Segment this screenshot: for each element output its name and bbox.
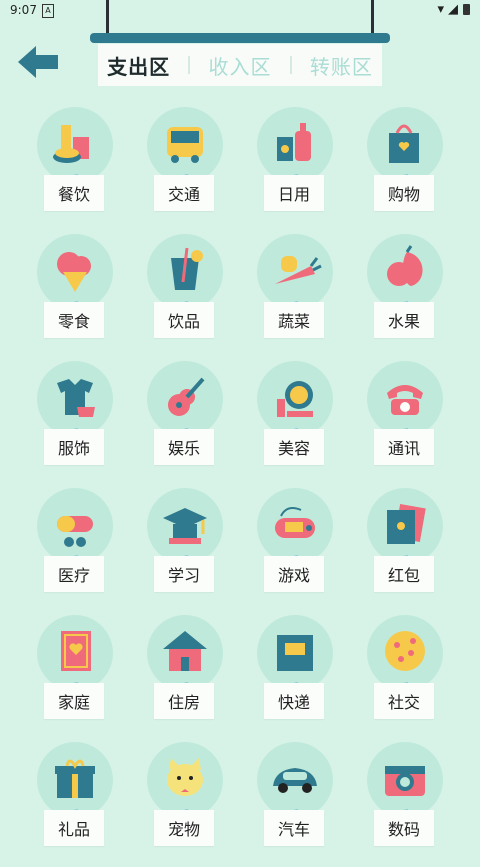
category-label: 餐饮 [44,175,104,211]
camera-icon [385,766,425,796]
category-clothes[interactable]: 服饰 [20,359,130,486]
category-house[interactable]: 住房 [130,613,240,740]
category-label: 交通 [154,175,214,211]
category-food[interactable]: 餐饮 [20,105,130,232]
category-label: 美容 [264,429,324,465]
category-label: 数码 [374,810,434,846]
pill-icon [57,516,93,547]
hanging-rope-right [371,0,374,34]
hanging-rope-left [106,0,109,34]
category-label: 汽车 [264,810,324,846]
vegetable-icon [275,256,322,284]
category-cat[interactable]: 宠物 [130,740,240,867]
bus-icon [167,127,203,163]
category-label: 服饰 [44,429,104,465]
category-label: 购物 [374,175,434,211]
wifi-icon: ▾ [437,2,444,17]
daily-icon [277,123,311,161]
cat-icon [167,758,203,796]
category-label: 家庭 [44,683,104,719]
category-car[interactable]: 汽车 [240,740,350,867]
category-grid: 餐饮 交通 日用 购物零食 饮品 蔬菜 水果服饰 娱乐 美容 通讯医疗 学习 游戏 红包家庭 住房 快递 社交… [20,105,460,867]
category-label: 娱乐 [154,429,214,465]
category-label: 住房 [154,683,214,719]
drink-icon [171,247,203,290]
category-graduation-cap[interactable]: 学习 [130,486,240,613]
category-label: 游戏 [264,556,324,592]
category-label: 水果 [374,302,434,338]
snack-icon [57,252,91,292]
category-gift[interactable]: 礼品 [20,740,130,867]
category-guitar[interactable]: 娱乐 [130,359,240,486]
category-bus[interactable]: 交通 [130,105,240,232]
category-label: 蔬菜 [264,302,324,338]
shopping-bag-icon [389,124,419,163]
category-pizza[interactable]: 社交 [350,613,460,740]
red-envelope-icon [387,504,426,544]
category-pill[interactable]: 医疗 [20,486,130,613]
app-notification-icon: A [42,4,54,18]
category-red-envelope[interactable]: 红包 [350,486,460,613]
category-daily[interactable]: 日用 [240,105,350,232]
category-label: 饮品 [154,302,214,338]
guitar-icon [168,377,205,416]
back-arrow-icon [18,46,58,78]
house-icon [163,631,207,671]
back-button[interactable] [16,44,60,80]
food-icon [53,125,89,163]
tab-expense[interactable]: 支出区 [107,51,170,80]
gamepad-icon [275,507,315,538]
tab-divider [289,56,292,74]
category-package[interactable]: 快递 [240,613,350,740]
category-label: 零食 [44,302,104,338]
category-drink[interactable]: 饮品 [130,232,240,359]
category-makeup[interactable]: 美容 [240,359,350,486]
category-label: 医疗 [44,556,104,592]
category-label: 社交 [374,683,434,719]
family-book-icon [61,631,91,671]
car-icon [273,768,317,793]
category-phone[interactable]: 通讯 [350,359,460,486]
category-label: 宠物 [154,810,214,846]
category-vegetable[interactable]: 蔬菜 [240,232,350,359]
phone-icon [387,385,423,415]
category-family-book[interactable]: 家庭 [20,613,130,740]
category-label: 红包 [374,556,434,592]
tab-income[interactable]: 收入区 [208,51,271,80]
gift-icon [55,759,95,798]
graduation-cap-icon [163,508,207,544]
clothes-icon [57,379,95,417]
status-time: 9:07 [10,3,37,17]
category-shopping-bag[interactable]: 购物 [350,105,460,232]
tab-divider [188,56,191,74]
category-label: 礼品 [44,810,104,846]
category-fruit[interactable]: 水果 [350,232,460,359]
tab-bar: 支出区 收入区 转账区 [98,44,382,86]
category-label: 快递 [264,683,324,719]
battery-icon [463,4,470,15]
tab-transfer[interactable]: 转账区 [310,51,373,80]
category-label: 日用 [264,175,324,211]
category-label: 学习 [154,556,214,592]
fruit-icon [387,245,423,286]
category-camera[interactable]: 数码 [350,740,460,867]
category-gamepad[interactable]: 游戏 [240,486,350,613]
package-icon [277,635,313,671]
pizza-icon [385,631,425,671]
tabs-rail [90,33,390,43]
signal-icon: ◢ [448,2,458,17]
makeup-icon [277,381,313,417]
status-bar: 9:07 A ▾ ◢ [0,0,480,22]
category-label: 通讯 [374,429,434,465]
category-snack[interactable]: 零食 [20,232,130,359]
